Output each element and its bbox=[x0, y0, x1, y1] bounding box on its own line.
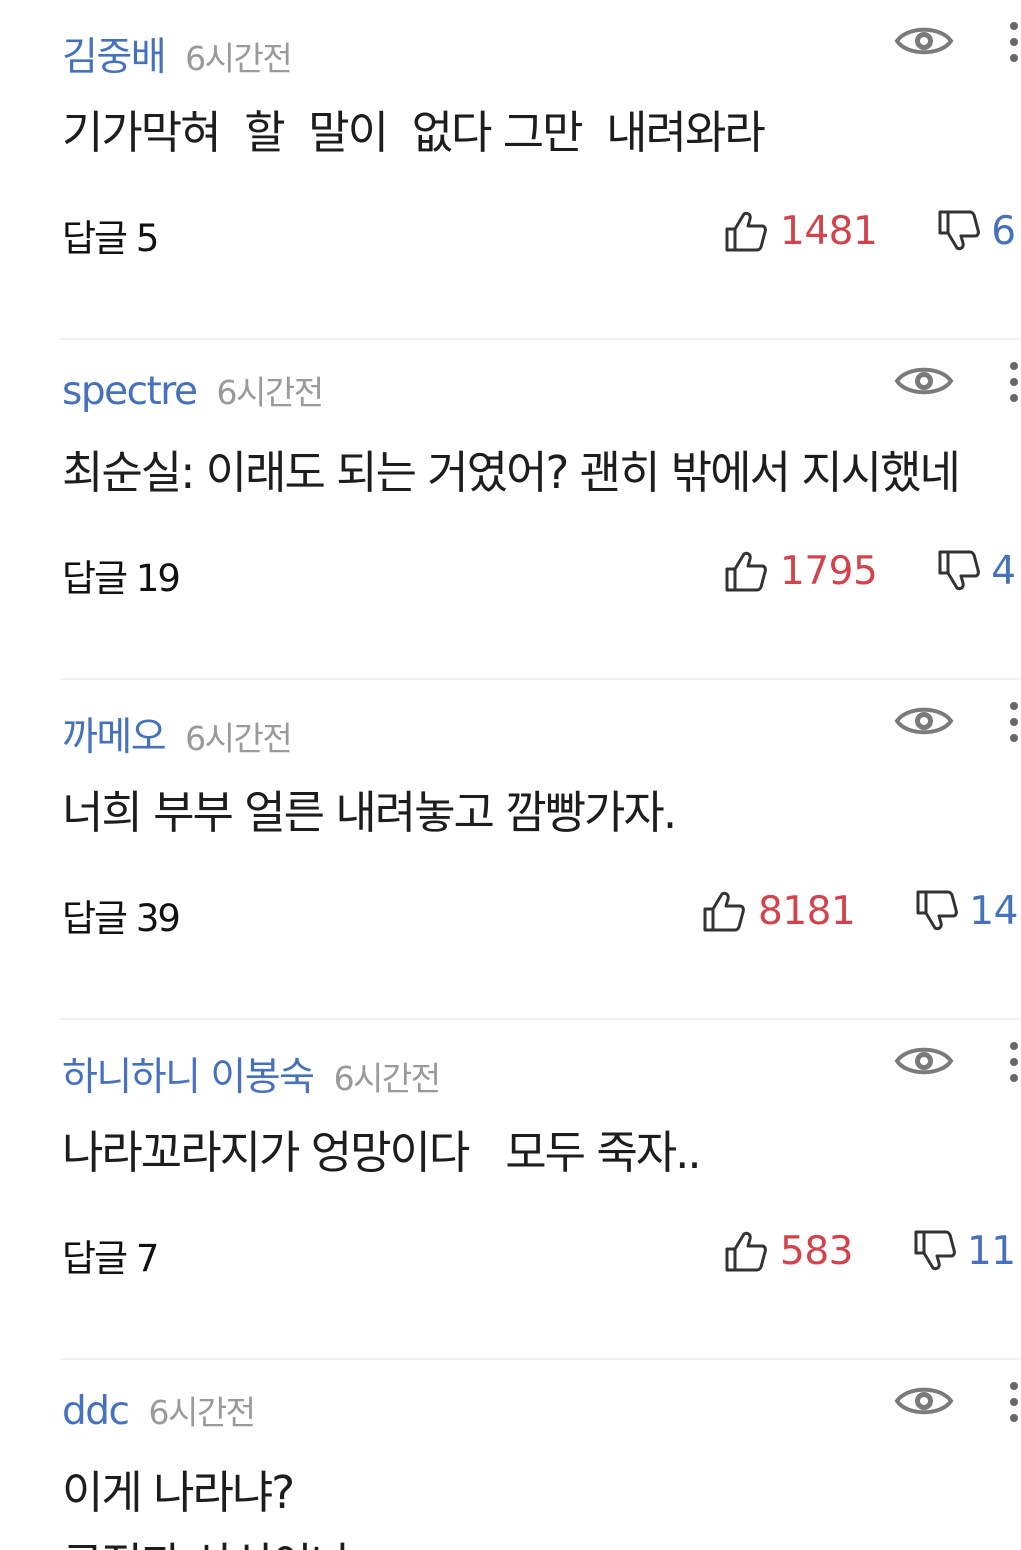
vote-actions: 1795 4 bbox=[724, 546, 1016, 596]
like-count: 1795 bbox=[780, 548, 878, 594]
more-vertical-icon[interactable] bbox=[1000, 20, 1021, 64]
thumbs-up-icon[interactable] bbox=[702, 889, 746, 933]
comment-item: spectre 6시간전 최순실: 이래도 되는 거였어? 괜히 밖에서 지시했… bbox=[0, 340, 1021, 680]
more-vertical-icon[interactable] bbox=[1000, 1380, 1021, 1424]
thumbs-down-icon[interactable] bbox=[937, 549, 981, 593]
eye-icon[interactable] bbox=[894, 702, 954, 740]
like-count: 583 bbox=[780, 1228, 853, 1274]
reply-button[interactable]: 답글 5 bbox=[62, 208, 159, 262]
comment-time: 6시간전 bbox=[148, 1393, 256, 1432]
more-vertical-icon[interactable] bbox=[1000, 360, 1021, 404]
comment-item: ddc 6시간전 이게 나라냐? 공정과 상식이냐 bbox=[0, 1360, 1021, 1550]
more-vertical-icon[interactable] bbox=[1000, 700, 1021, 744]
thumbs-up-icon[interactable] bbox=[724, 549, 768, 593]
comment-text-line-2: 공정과 상식이냐 bbox=[62, 1528, 352, 1550]
comment-text: 나라꼬라지가 엉망이다 모두 죽자.. bbox=[62, 1126, 702, 1179]
like-count: 8181 bbox=[758, 888, 856, 934]
comment-text: 이게 나라냐? bbox=[62, 1466, 295, 1519]
comment-author[interactable]: ddc bbox=[62, 1389, 130, 1434]
thumbs-down-icon[interactable] bbox=[913, 1229, 957, 1273]
eye-icon[interactable] bbox=[894, 1042, 954, 1080]
comment-time: 6시간전 bbox=[216, 373, 324, 412]
dislike-count: 14 bbox=[969, 888, 1018, 934]
dislike-count: 6 bbox=[991, 208, 1016, 254]
comment-author[interactable]: 까메오 bbox=[62, 706, 167, 762]
comment-text: 기가막혀 할 말이 없다 그만 내려와라 bbox=[62, 106, 766, 159]
comment-header: 김중배 6시간전 bbox=[62, 26, 293, 82]
vote-actions: 8181 14 bbox=[702, 886, 1018, 936]
dislike-count: 4 bbox=[991, 548, 1016, 594]
comment-text: 너희 부부 얼른 내려놓고 깜빵가자. bbox=[62, 786, 677, 839]
comment-header: spectre 6시간전 bbox=[62, 366, 324, 414]
comment-author[interactable]: spectre bbox=[62, 369, 198, 414]
reply-button[interactable]: 답글 7 bbox=[62, 1228, 159, 1282]
comment-time: 6시간전 bbox=[185, 39, 293, 78]
comment-author[interactable]: 하니하니 이봉숙 bbox=[62, 1046, 315, 1102]
comment-item: 까메오 6시간전 너희 부부 얼른 내려놓고 깜빵가자. 답글 39 8181 … bbox=[0, 680, 1021, 1020]
thumbs-down-icon[interactable] bbox=[915, 889, 959, 933]
eye-icon[interactable] bbox=[894, 1382, 954, 1420]
thumbs-down-icon[interactable] bbox=[937, 209, 981, 253]
comment-header: ddc 6시간전 bbox=[62, 1386, 256, 1434]
comment-header: 까메오 6시간전 bbox=[62, 706, 293, 762]
comment-text: 최순실: 이래도 되는 거였어? 괜히 밖에서 지시했네 bbox=[62, 446, 961, 499]
reply-button[interactable]: 답글 19 bbox=[62, 548, 181, 602]
dislike-count: 11 bbox=[966, 1228, 1016, 1274]
comment-time: 6시간전 bbox=[333, 1059, 442, 1098]
comment-header: 하니하니 이봉숙 6시간전 bbox=[62, 1046, 442, 1102]
thumbs-up-icon[interactable] bbox=[724, 1229, 768, 1273]
reply-button[interactable]: 답글 39 bbox=[62, 888, 181, 942]
vote-actions: 583 11 bbox=[724, 1226, 1016, 1276]
like-count: 1481 bbox=[780, 208, 878, 254]
eye-icon[interactable] bbox=[894, 362, 954, 400]
comment-author[interactable]: 김중배 bbox=[62, 26, 167, 82]
eye-icon[interactable] bbox=[894, 22, 954, 60]
thumbs-up-icon[interactable] bbox=[724, 209, 768, 253]
more-vertical-icon[interactable] bbox=[1000, 1040, 1021, 1084]
comment-item: 하니하니 이봉숙 6시간전 나라꼬라지가 엉망이다 모두 죽자.. 답글 7 5… bbox=[0, 1020, 1021, 1360]
comment-time: 6시간전 bbox=[185, 719, 293, 758]
comment-item: 김중배 6시간전 기가막혀 할 말이 없다 그만 내려와라 답글 5 1481 … bbox=[0, 0, 1021, 340]
vote-actions: 1481 6 bbox=[724, 206, 1016, 256]
